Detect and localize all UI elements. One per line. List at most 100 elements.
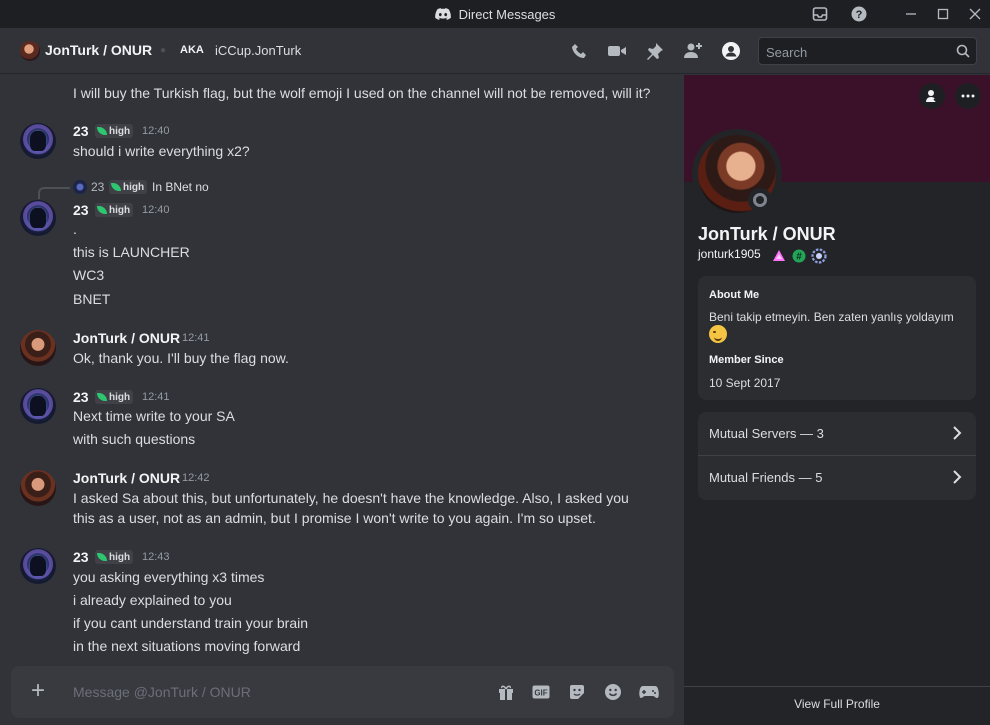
avatar[interactable] bbox=[20, 123, 56, 159]
message-text: with such questions bbox=[73, 431, 196, 447]
nitro-badge-icon[interactable] bbox=[772, 249, 786, 263]
clan-tag-badge: high bbox=[109, 180, 148, 194]
message-text: WC3 bbox=[73, 267, 105, 283]
message-text: in the next situations moving forward bbox=[73, 638, 301, 654]
message-text: this is LAUNCHER bbox=[73, 244, 190, 260]
help-icon[interactable]: ? bbox=[844, 0, 874, 28]
mutual-servers-label: Mutual Servers — 3 bbox=[709, 426, 824, 441]
video-call-icon[interactable] bbox=[605, 39, 629, 63]
voice-call-icon[interactable] bbox=[568, 39, 592, 63]
message-timestamp: 12:43 bbox=[142, 551, 170, 563]
message-timestamp: 12:41 bbox=[182, 332, 210, 344]
message-text: if you cant understand train your brain bbox=[73, 615, 309, 631]
clan-tag-badge: high bbox=[95, 203, 134, 217]
message-list[interactable]: I will buy the Turkish flag, but the wol… bbox=[0, 75, 684, 725]
gift-icon[interactable] bbox=[495, 681, 517, 703]
avatar[interactable] bbox=[20, 200, 56, 236]
message-text: . bbox=[73, 221, 77, 237]
chevron-right-icon bbox=[952, 425, 962, 446]
message-author[interactable]: JonTurk / ONUR bbox=[73, 470, 180, 486]
avatar[interactable] bbox=[20, 388, 56, 424]
mutuals-card: Mutual Servers — 3 Mutual Friends — 5 bbox=[698, 412, 976, 500]
attach-plus-icon[interactable]: + bbox=[27, 679, 49, 703]
badge-label: high bbox=[109, 204, 131, 216]
aka-name: iCCup.JonTurk bbox=[215, 43, 302, 58]
minimize-icon[interactable] bbox=[896, 0, 926, 28]
dm-recipient-name[interactable]: JonTurk / ONUR bbox=[45, 42, 152, 58]
gif-icon[interactable]: GIF bbox=[530, 681, 552, 703]
message-text: I asked Sa about this, but unfortunately… bbox=[73, 490, 629, 506]
message-timestamp: 12:42 bbox=[182, 472, 210, 484]
message-author[interactable]: 23 bbox=[73, 202, 89, 218]
chevron-right-icon bbox=[952, 469, 962, 490]
badge-label: high bbox=[123, 181, 145, 193]
avatar[interactable] bbox=[20, 41, 40, 61]
reply-author[interactable]: 23 bbox=[91, 180, 104, 194]
svg-text:?: ? bbox=[856, 9, 863, 21]
clan-tag-badge: high bbox=[95, 550, 134, 564]
message-author[interactable]: 23 bbox=[73, 549, 89, 565]
badge-label: high bbox=[109, 391, 131, 403]
search-icon[interactable] bbox=[956, 44, 970, 63]
reply-text[interactable]: In BNet no bbox=[152, 180, 209, 194]
message-input[interactable] bbox=[73, 681, 473, 703]
message-timestamp: 12:41 bbox=[142, 391, 170, 403]
window-title: Direct Messages bbox=[0, 0, 990, 28]
user-profile-icon[interactable] bbox=[719, 39, 743, 63]
activities-gamepad-icon[interactable] bbox=[638, 681, 660, 703]
user-profile-panel: JonTurk / ONUR jonturk1905 # About Me Be… bbox=[684, 75, 990, 725]
badge-label: high bbox=[109, 125, 131, 137]
boost-badge-icon[interactable] bbox=[811, 248, 827, 264]
message-text: Ok, thank you. I'll buy the flag now. bbox=[73, 350, 289, 366]
message-text: this as a user, not as an admin, but I p… bbox=[73, 510, 596, 526]
svg-text:GIF: GIF bbox=[534, 689, 547, 698]
about-me-card: About Me Beni takip etmeyin. Ben zaten y… bbox=[698, 276, 976, 400]
message-text: Next time write to your SA bbox=[73, 408, 235, 424]
leaf-icon bbox=[97, 553, 107, 561]
add-note-icon[interactable] bbox=[919, 83, 945, 109]
leaf-icon bbox=[111, 183, 121, 191]
about-me-title: About Me bbox=[709, 289, 760, 301]
svg-text:#: # bbox=[796, 252, 802, 263]
pin-icon[interactable] bbox=[643, 39, 667, 63]
close-icon[interactable] bbox=[960, 0, 990, 28]
about-me-text: Beni takip etmeyin. Ben zaten yanlış yol… bbox=[709, 310, 954, 324]
profile-display-name: JonTurk / ONUR bbox=[698, 224, 836, 244]
emoji-icon[interactable] bbox=[602, 681, 624, 703]
mutual-friends-row[interactable]: Mutual Friends — 5 bbox=[698, 456, 976, 500]
mutual-servers-row[interactable]: Mutual Servers — 3 bbox=[698, 412, 976, 456]
message-timestamp: 12:40 bbox=[142, 125, 170, 137]
clan-tag-badge: high bbox=[95, 390, 134, 404]
search-input[interactable] bbox=[766, 43, 946, 61]
avatar[interactable] bbox=[20, 330, 56, 366]
profile-username[interactable]: jonturk1905 bbox=[698, 247, 761, 261]
message-text: i already explained to you bbox=[73, 592, 232, 608]
message-author[interactable]: JonTurk / ONUR bbox=[73, 330, 180, 346]
add-friends-to-dm-icon[interactable] bbox=[681, 39, 705, 63]
title-bar: Direct Messages ? bbox=[0, 0, 990, 28]
aka-label: AKA bbox=[180, 44, 204, 56]
offline-status-icon bbox=[748, 188, 772, 212]
sticker-icon[interactable] bbox=[566, 681, 588, 703]
dm-header: JonTurk / ONUR ● AKA iCCup.JonTurk bbox=[0, 28, 990, 74]
message-text: should i write everything x2? bbox=[73, 143, 250, 159]
view-full-profile-link[interactable]: View Full Profile bbox=[684, 697, 990, 711]
leaf-icon bbox=[97, 206, 107, 214]
badge-label: high bbox=[109, 551, 131, 563]
message-text: I will buy the Turkish flag, but the wol… bbox=[73, 85, 651, 101]
inbox-icon[interactable] bbox=[805, 0, 835, 28]
member-since-title: Member Since bbox=[709, 354, 784, 366]
avatar[interactable] bbox=[20, 470, 56, 506]
reply-connector bbox=[38, 187, 70, 199]
message-author[interactable]: 23 bbox=[73, 123, 89, 139]
avatar[interactable] bbox=[20, 548, 56, 584]
search-box[interactable] bbox=[758, 37, 977, 65]
maximize-icon[interactable] bbox=[928, 0, 958, 28]
message-composer: + GIF bbox=[11, 666, 674, 718]
winking-face-emoji-icon bbox=[709, 325, 727, 343]
more-options-icon[interactable] bbox=[955, 83, 981, 109]
message-author[interactable]: 23 bbox=[73, 389, 89, 405]
hashtag-badge-icon[interactable]: # bbox=[792, 249, 806, 263]
message-text: you asking everything x3 times bbox=[73, 569, 265, 585]
avatar[interactable] bbox=[73, 180, 87, 194]
